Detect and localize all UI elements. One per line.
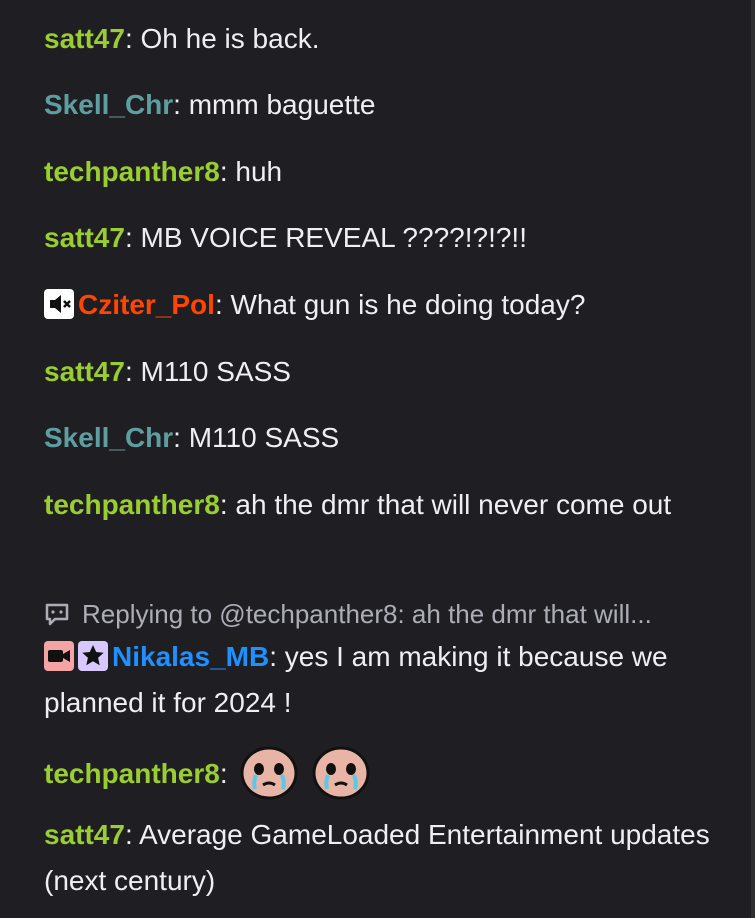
reply-bubble-icon — [45, 603, 69, 626]
star-icon — [82, 645, 104, 666]
muted-speaker-badge[interactable] — [44, 289, 74, 319]
message-text: What gun is he doing today? — [230, 289, 586, 320]
message-text: M110 SASS — [140, 356, 291, 387]
chat-message: techpanther8: huh — [44, 156, 283, 187]
speaker-muted-icon — [50, 295, 71, 313]
chat-message: satt47: M110 SASS — [44, 356, 291, 387]
username[interactable]: Skell_Chr — [44, 89, 173, 120]
username[interactable]: satt47 — [44, 819, 125, 850]
reply-text: Replying to @techpanther8: ah the dmr th… — [82, 599, 652, 629]
username[interactable]: techpanther8 — [44, 489, 220, 520]
reply-context[interactable]: Replying to @techpanther8: ah the dmr th… — [44, 594, 711, 634]
username[interactable]: Cziter_Pol — [78, 289, 215, 320]
chat-message: Cziter_Pol: What gun is he doing today? — [44, 282, 711, 328]
message-text: ah the dmr that will never come out — [235, 489, 672, 520]
video-camera-icon — [48, 650, 70, 662]
message-text: MB VOICE REVEAL ????!?!?!! — [140, 222, 527, 253]
chat-message: satt47: MB VOICE REVEAL ????!?!?!! — [44, 222, 527, 253]
star-badge[interactable] — [78, 641, 108, 671]
chat-message: Skell_Chr: M110 SASS — [44, 422, 340, 453]
username[interactable]: satt47 — [44, 356, 125, 387]
crying-face-emote[interactable] — [239, 745, 299, 801]
chat-message: techpanther8: — [44, 745, 711, 801]
broadcaster-badge[interactable] — [44, 641, 74, 671]
crying-face-emote[interactable] — [311, 745, 371, 801]
message-text: Average GameLoaded Entertainment updates… — [44, 819, 710, 896]
chat-message: satt47: Average GameLoaded Entertainment… — [44, 819, 710, 896]
message-text: mmm baguette — [188, 89, 376, 120]
username[interactable]: satt47 — [44, 23, 125, 54]
message-text: Oh he is back. — [140, 23, 320, 54]
message-text: huh — [235, 156, 283, 187]
username[interactable]: techpanther8 — [44, 156, 220, 187]
message-text: M110 SASS — [188, 422, 340, 453]
chat-message: satt47: Oh he is back. — [44, 23, 320, 54]
username[interactable]: techpanther8 — [44, 758, 220, 789]
chat-message: Nikalas_MB: yes I am making it because w… — [44, 641, 668, 718]
chat-message: techpanther8: ah the dmr that will never… — [44, 489, 672, 520]
username[interactable]: Nikalas_MB — [112, 641, 269, 672]
chat-message: Skell_Chr: mmm baguette — [44, 89, 376, 120]
username[interactable]: Skell_Chr — [44, 422, 173, 453]
chat-panel: satt47: Oh he is back. Skell_Chr: mmm ba… — [0, 0, 755, 918]
username[interactable]: satt47 — [44, 222, 125, 253]
